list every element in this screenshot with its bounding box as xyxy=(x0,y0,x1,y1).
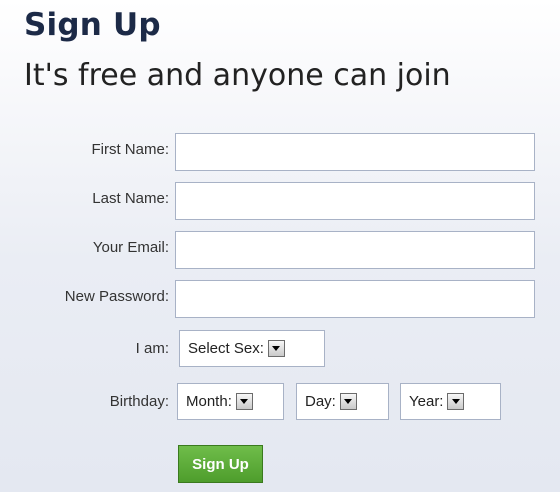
email-field[interactable] xyxy=(175,231,535,269)
day-select-value: Day: xyxy=(305,393,336,410)
birthday-day-select[interactable]: Day: xyxy=(296,383,389,420)
page-subtitle: It's free and anyone can join xyxy=(24,58,451,93)
email-label: Your Email: xyxy=(92,239,169,256)
last-name-label: Last Name: xyxy=(92,190,169,207)
birthday-label: Birthday: xyxy=(109,393,169,410)
chevron-down-icon xyxy=(447,393,465,410)
chevron-down-icon xyxy=(267,340,285,357)
birthday-month-select[interactable]: Month: xyxy=(177,383,284,420)
year-select-value: Year: xyxy=(409,393,444,410)
sign-up-button[interactable]: Sign Up xyxy=(178,445,263,483)
chevron-down-icon xyxy=(235,393,253,410)
first-name-label: First Name: xyxy=(91,141,169,158)
last-name-field[interactable] xyxy=(175,182,535,220)
birthday-year-select[interactable]: Year: xyxy=(400,383,501,420)
month-select-value: Month: xyxy=(186,393,232,410)
password-field[interactable] xyxy=(175,280,535,318)
password-label: New Password: xyxy=(64,288,169,305)
sex-label: I am: xyxy=(135,340,169,357)
chevron-down-icon xyxy=(339,393,357,410)
first-name-field[interactable] xyxy=(175,133,535,171)
sex-select[interactable]: Select Sex: xyxy=(179,330,325,367)
sex-select-value: Select Sex: xyxy=(188,340,264,357)
page-title: Sign Up xyxy=(24,7,161,43)
